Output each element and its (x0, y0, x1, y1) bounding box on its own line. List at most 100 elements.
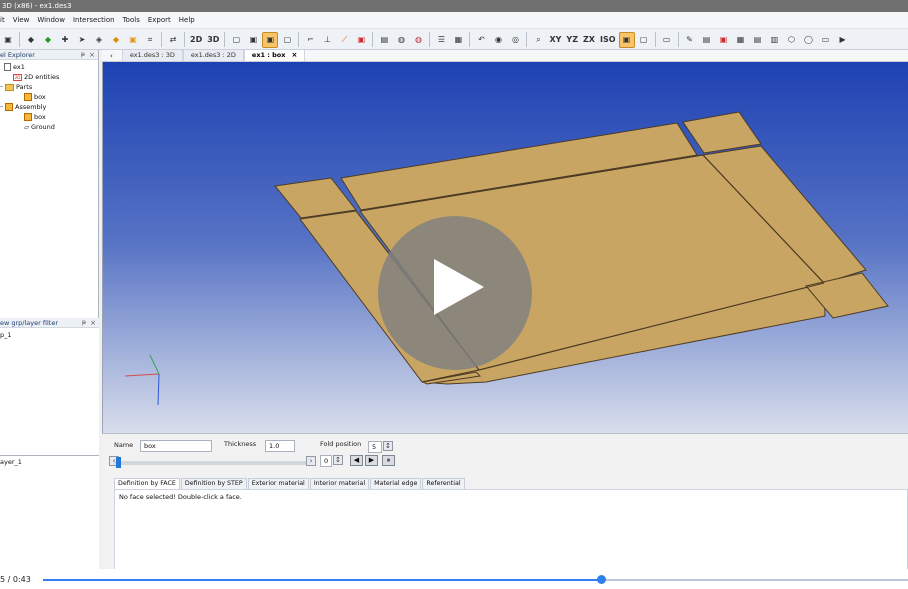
tab-definition-by-face[interactable]: Definition by FACE (114, 478, 180, 489)
fold-tool-button[interactable]: ⌐ (302, 32, 318, 48)
3d-viewport[interactable] (102, 62, 908, 433)
hexagon-button[interactable]: ⬡ (784, 32, 800, 48)
layers-button[interactable]: ▥ (767, 32, 783, 48)
outline-cube-icon: ▢ (283, 35, 292, 44)
slider-value-input[interactable]: 0 (320, 455, 332, 467)
tree-item-2d-entities[interactable]: 2D 2D entities (13, 72, 59, 82)
tab-definition-by-step[interactable]: Definition by STEP (180, 478, 247, 489)
video-progress-knob[interactable] (596, 575, 606, 584)
menu-help[interactable]: Help (179, 16, 195, 24)
slider-right-button[interactable]: › (306, 456, 316, 466)
menu-window[interactable]: Window (37, 16, 65, 24)
pin-icon[interactable]: ᵽ (81, 50, 85, 60)
green-object-tool-button[interactable]: ◆ (40, 32, 56, 48)
shaded-view-button[interactable]: ▣ (245, 32, 261, 48)
group-list-item[interactable]: p_1 (0, 330, 12, 340)
cylinder-tool-button[interactable]: ◍ (393, 32, 409, 48)
wireframe-view-button[interactable]: ▢ (228, 32, 244, 48)
thickness-input[interactable]: 1.0 (265, 440, 295, 452)
name-input[interactable]: box (140, 440, 212, 452)
window-button[interactable]: ▭ (818, 32, 834, 48)
fold-position-input[interactable]: 5 (368, 441, 382, 453)
edit-tool-button[interactable]: ✎ (682, 32, 698, 48)
tab-ex1-box[interactable]: ex1 : box × (243, 50, 306, 61)
stack-tool-button[interactable]: ▤ (376, 32, 392, 48)
menu-export[interactable]: Export (148, 16, 171, 24)
mode-3d-button[interactable]: 3D (205, 32, 221, 48)
step-forward-button[interactable]: ▶ (365, 455, 378, 466)
menu-view[interactable]: View (13, 16, 30, 24)
tab-scroll-left-icon[interactable]: ‹ (110, 52, 113, 60)
fold-position-stepper[interactable]: ↕ (383, 441, 393, 451)
top-right-flap[interactable] (682, 111, 762, 154)
cube-view-button[interactable]: ▣ (618, 31, 635, 48)
tree-item-assembly-box[interactable]: box (24, 112, 46, 122)
visibility-tool-button[interactable]: ◎ (507, 32, 523, 48)
text-tool-button[interactable]: ▤ (750, 32, 766, 48)
tab-ex1-2d[interactable]: ex1.des3 : 2D (182, 50, 244, 61)
menu-tools[interactable]: Tools (123, 16, 140, 24)
solid-view-button[interactable]: ▣ (262, 31, 279, 48)
save-button[interactable]: ▣ (0, 32, 16, 48)
export-tool-button[interactable]: ▦ (733, 32, 749, 48)
grid-tool-button[interactable]: ▦ (450, 32, 466, 48)
slider-thumb[interactable] (116, 457, 121, 468)
menu-edit[interactable]: it (0, 16, 5, 24)
pointer-tool-button[interactable]: ➤ (74, 32, 90, 48)
close-icon[interactable]: × (89, 50, 95, 60)
horizontal-split-button[interactable]: ☰ (433, 32, 449, 48)
measure-tool-button[interactable]: ⊥ (319, 32, 335, 48)
close-tab-icon[interactable]: × (291, 51, 297, 59)
pause-button[interactable]: ⏸ (382, 455, 395, 466)
outline-view-button[interactable]: ▢ (279, 32, 295, 48)
tab-exterior-material[interactable]: Exterior material (247, 478, 309, 489)
tree-expander-icon[interactable]: – (0, 102, 3, 112)
tree-item-part-box[interactable]: box (24, 92, 46, 102)
cross-tool-button[interactable]: ✚ (57, 32, 73, 48)
tab-interior-material[interactable]: Interior material (309, 478, 370, 489)
bend-tool-button[interactable]: ⟋ (336, 32, 352, 48)
pdf-3d-button[interactable]: ▣ (716, 32, 732, 48)
tab-material-edge[interactable]: Material edge (370, 478, 422, 489)
eye-tool-button[interactable]: ◉ (490, 32, 506, 48)
report-button[interactable]: ▤ (699, 32, 715, 48)
zoom-button[interactable]: ⌕ (530, 32, 546, 48)
pin-icon[interactable]: ᵽ (82, 318, 86, 328)
tab-ex1-3d[interactable]: ex1.des3 : 3D (121, 50, 183, 61)
part-tool-button[interactable]: ▣ (125, 32, 141, 48)
orange-shape-button[interactable]: ◆ (108, 32, 124, 48)
video-progress-track[interactable] (43, 575, 908, 584)
play-tool-button[interactable]: ▶ (835, 32, 851, 48)
xy-view-button[interactable]: XY (547, 32, 563, 48)
menu-intersection[interactable]: Intersection (73, 16, 115, 24)
rewind-button[interactable]: ◀ (350, 455, 363, 466)
zx-view-button[interactable]: ZX (581, 32, 597, 48)
tree-item-parts[interactable]: – Parts (0, 82, 32, 92)
shape-tool-button[interactable]: ◈ (91, 32, 107, 48)
tree-item-label: box (34, 113, 46, 121)
assembly-tool-button[interactable]: ⌗ (142, 32, 158, 48)
tree-item-assembly[interactable]: – Assembly (0, 102, 46, 112)
layer-list-item[interactable]: ayer_1 (0, 457, 22, 467)
mode-2d-button[interactable]: 2D (188, 32, 204, 48)
box-view-button[interactable]: ▢ (636, 32, 652, 48)
screen-capture-button[interactable]: ▭ (659, 32, 675, 48)
iso-view-button[interactable]: ISO (598, 32, 618, 48)
circle-tool-button[interactable]: ◯ (801, 32, 817, 48)
tab-referential[interactable]: Referential (422, 478, 465, 489)
tree-item-ground[interactable]: ▱ Ground (24, 122, 55, 132)
video-play-button[interactable] (378, 216, 532, 370)
fold-slider[interactable] (114, 457, 316, 468)
fold-arrow-button[interactable]: ↶ (473, 32, 489, 48)
align-tool-button[interactable]: ⇄ (165, 32, 181, 48)
red-cube-button[interactable]: ▣ (353, 32, 369, 48)
toolbar-separator (526, 32, 528, 47)
left-flap[interactable] (274, 177, 357, 219)
tree-expander-icon[interactable]: – (0, 82, 3, 92)
slider-value-stepper[interactable]: ↕ (333, 455, 343, 465)
yz-view-button[interactable]: YZ (564, 32, 580, 48)
red-cylinder-button[interactable]: ◍ (410, 32, 426, 48)
tree-item-root[interactable]: ex1 (4, 62, 25, 72)
teapot-tool-button[interactable]: ◆ (23, 32, 39, 48)
close-icon[interactable]: × (90, 318, 96, 328)
